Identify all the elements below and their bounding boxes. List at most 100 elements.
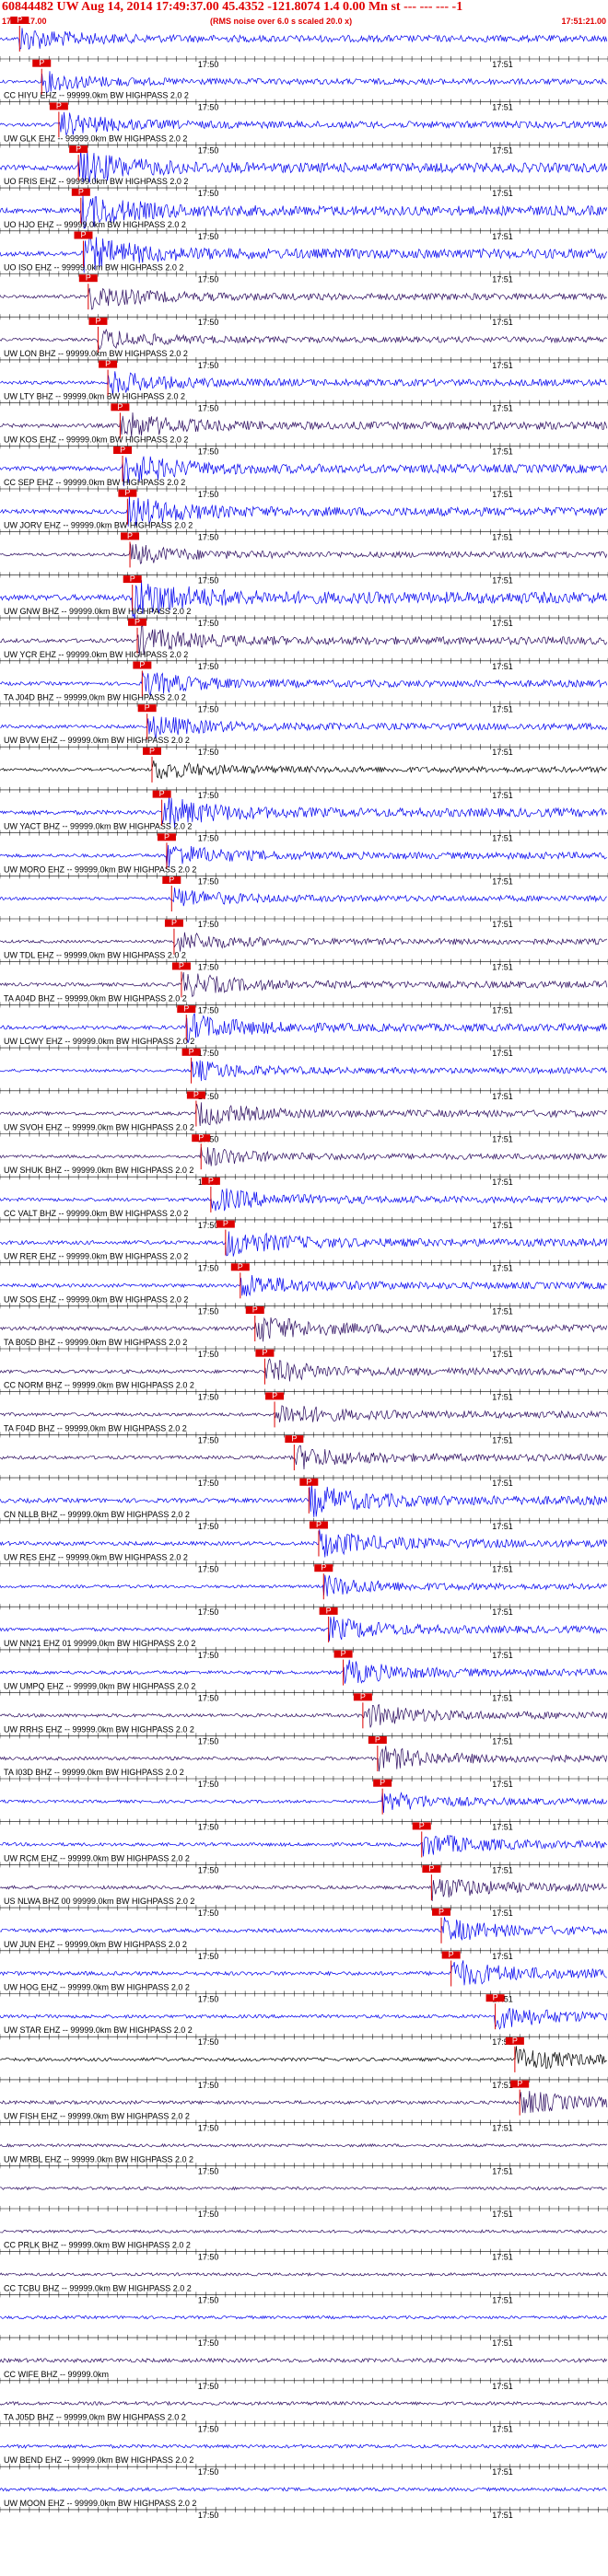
time-tick-label: 17:50 (198, 2124, 219, 2133)
time-tick-label: 17:51 (492, 619, 513, 628)
time-tick-label: 17:51 (492, 2124, 513, 2133)
pick-marker-label: P (56, 101, 62, 110)
time-tick-label: 17:50 (198, 2382, 219, 2391)
time-tick-label: 17:50 (198, 1264, 219, 1273)
time-tick-label: 17:50 (198, 1221, 219, 1230)
time-tick-label: 17:50 (198, 2295, 219, 2304)
time-tick-label: 17:50 (198, 2425, 219, 2434)
time-tick-label: 17:51 (492, 963, 513, 972)
time-tick-label: 17:50 (198, 189, 219, 198)
time-tick-label: 17:51 (492, 1435, 513, 1445)
station-label: UW NN21 EHZ 01 99999.0km BW HIGHPASS 2.0… (4, 1639, 195, 1648)
pick-marker-label: P (198, 1133, 204, 1143)
station-label: UW HOG EHZ -- 99999.0km BW HIGHPASS 2.0 … (4, 1983, 190, 1992)
time-tick-label: 17:50 (198, 575, 219, 585)
time-tick-label: 17:50 (198, 318, 219, 327)
time-tick-label: 17:51 (492, 490, 513, 499)
station-label: UW RER EHZ -- 99999.0km BW HIGHPASS 2.0 … (4, 1252, 188, 1261)
time-tick-label: 17:50 (198, 920, 219, 929)
station-label: CC PRLK BHZ -- 99999.0km BW HIGHPASS 2.0… (4, 2241, 191, 2250)
station-label: US NLWA BHZ 00 99999.0km BW HIGHPASS 2.0… (4, 1897, 194, 1906)
pick-marker-label: P (117, 402, 123, 412)
time-tick-label: 17:50 (198, 2081, 219, 2090)
seismogram-trace (0, 2271, 607, 2277)
station-label: UW UMPQ EHZ -- 99999.0km BW HIGHPASS 2.0… (4, 1682, 195, 1691)
station-label: UO FRIS EHZ -- 99999.0km BW HIGHPASS 2.0… (4, 177, 188, 186)
station-label: UW MOON EHZ -- 99999.0km BW HIGHPASS 2.0… (4, 2499, 196, 2508)
seismogram-trace (0, 2315, 607, 2320)
pick-marker-label: P (86, 273, 91, 283)
pick-marker-label: P (149, 746, 155, 755)
time-tick-label: 17:50 (198, 447, 219, 456)
time-tick-label: 17:50 (198, 1694, 219, 1703)
time-tick-label: 17:51 (492, 1350, 513, 1359)
seismogram-trace (0, 2142, 608, 2148)
time-tick-label: 17:51 (492, 2425, 513, 2434)
station-label: TA I03D BHZ -- 99999.0km BW HIGHPASS 2.0… (4, 1768, 184, 1777)
station-label: CC HIYU EHZ -- 99999.0km BW HIGHPASS 2.0… (4, 91, 189, 100)
time-tick-label: 17:50 (198, 145, 219, 155)
pick-marker-label: P (127, 531, 133, 540)
time-tick-label: 17:50 (198, 1306, 219, 1316)
time-tick-label: 17:51 (492, 1135, 513, 1144)
pick-marker-label: P (169, 876, 174, 885)
pick-marker-label: P (134, 617, 140, 626)
time-tick-label: 17:51 (492, 1952, 513, 1961)
time-tick-label: 17:50 (198, 1049, 219, 1058)
time-tick-label: 17:51 (492, 1780, 513, 1789)
pick-marker-label: P (517, 2079, 522, 2088)
station-label: CC SEP EHZ -- 99999.0km BW HIGHPASS 2.0 … (4, 478, 185, 487)
time-tick-label: 17:50 (198, 1393, 219, 1402)
time-tick-label: 17:50 (198, 1651, 219, 1660)
time-tick-label: 17:51 (492, 1306, 513, 1316)
station-label: UW RCM EHZ -- 99999.0km BW HIGHPASS 2.0 … (4, 1853, 190, 1862)
pick-marker-label: P (120, 446, 125, 455)
time-tick-label: 17:50 (198, 1479, 219, 1488)
pick-marker-label: P (512, 2036, 518, 2045)
seismogram-trace (0, 1445, 607, 1470)
time-tick-label: 17:51 (492, 2166, 513, 2176)
seismogram-trace (0, 1405, 608, 1422)
station-label: UO ISO EHZ -- 99999.0km BW HIGHPASS 2.0 … (4, 263, 183, 273)
time-tick-label: 17:51 (492, 232, 513, 241)
time-tick-label: 17:51 (492, 791, 513, 800)
time-tick-label: 17:51 (492, 1694, 513, 1703)
time-tick-label: 17:51 (492, 2338, 513, 2348)
time-tick-label: 17:50 (198, 1607, 219, 1617)
station-label: UW BVW EHZ -- 99999.0km BW HIGHPASS 2.0 … (4, 736, 190, 745)
pick-marker-label: P (139, 660, 145, 669)
pick-marker-label: P (321, 1563, 326, 1572)
station-label: CC VALT BHZ -- 99999.0km BW HIGHPASS 2.0… (4, 1209, 188, 1218)
time-tick-label: 17:51 (492, 705, 513, 714)
station-label: UW FISH EHZ -- 99999.0km BW HIGHPASS 2.0… (4, 2112, 190, 2121)
pick-marker-label: P (189, 1047, 194, 1056)
pick-marker-label: P (193, 1090, 199, 1099)
time-tick-label: 17:50 (198, 963, 219, 972)
pick-marker-label: P (105, 359, 111, 368)
pick-marker-label: P (438, 1907, 444, 1916)
seismogram-trace (0, 2229, 607, 2234)
time-tick-label: 17:51 (492, 834, 513, 843)
time-tick-label: 17:51 (492, 1393, 513, 1402)
time-tick-label: 17:50 (198, 2511, 219, 2520)
time-tick-label: 17:51 (492, 1865, 513, 1874)
time-tick-label: 17:51 (492, 2210, 513, 2219)
seismogram-trace (0, 2186, 607, 2191)
time-tick-label: 17:51 (492, 920, 513, 929)
time-tick-label: 17:51 (492, 1651, 513, 1660)
time-tick-label: 17:51 (492, 1178, 513, 1187)
station-label: UW MRBL EHZ -- 99999.0km BW HIGHPASS 2.0… (4, 2154, 193, 2164)
station-label: UW STAR EHZ -- 99999.0km BW HIGHPASS 2.0… (4, 2025, 193, 2035)
time-tick-label: 17:50 (198, 748, 219, 757)
time-tick-label: 17:51 (492, 1522, 513, 1531)
station-label: UW YACT BHZ -- 99999.0km BW HIGHPASS 2.0… (4, 822, 192, 831)
station-label: UW JORV EHZ -- 99999.0km BW HIGHPASS 2.0… (4, 521, 193, 530)
time-tick-label: 17:51 (492, 2081, 513, 2090)
seismogram-trace (0, 71, 607, 94)
seismogram-trace (0, 887, 607, 907)
pick-marker-label: P (419, 1821, 425, 1830)
time-tick-label: 17:51 (492, 189, 513, 198)
time-tick-label: 17:51 (492, 60, 513, 69)
station-label: UW SVOH EHZ -- 99999.0km BW HIGHPASS 2.0… (4, 1123, 194, 1132)
time-tick-label: 17:51 (492, 447, 513, 456)
